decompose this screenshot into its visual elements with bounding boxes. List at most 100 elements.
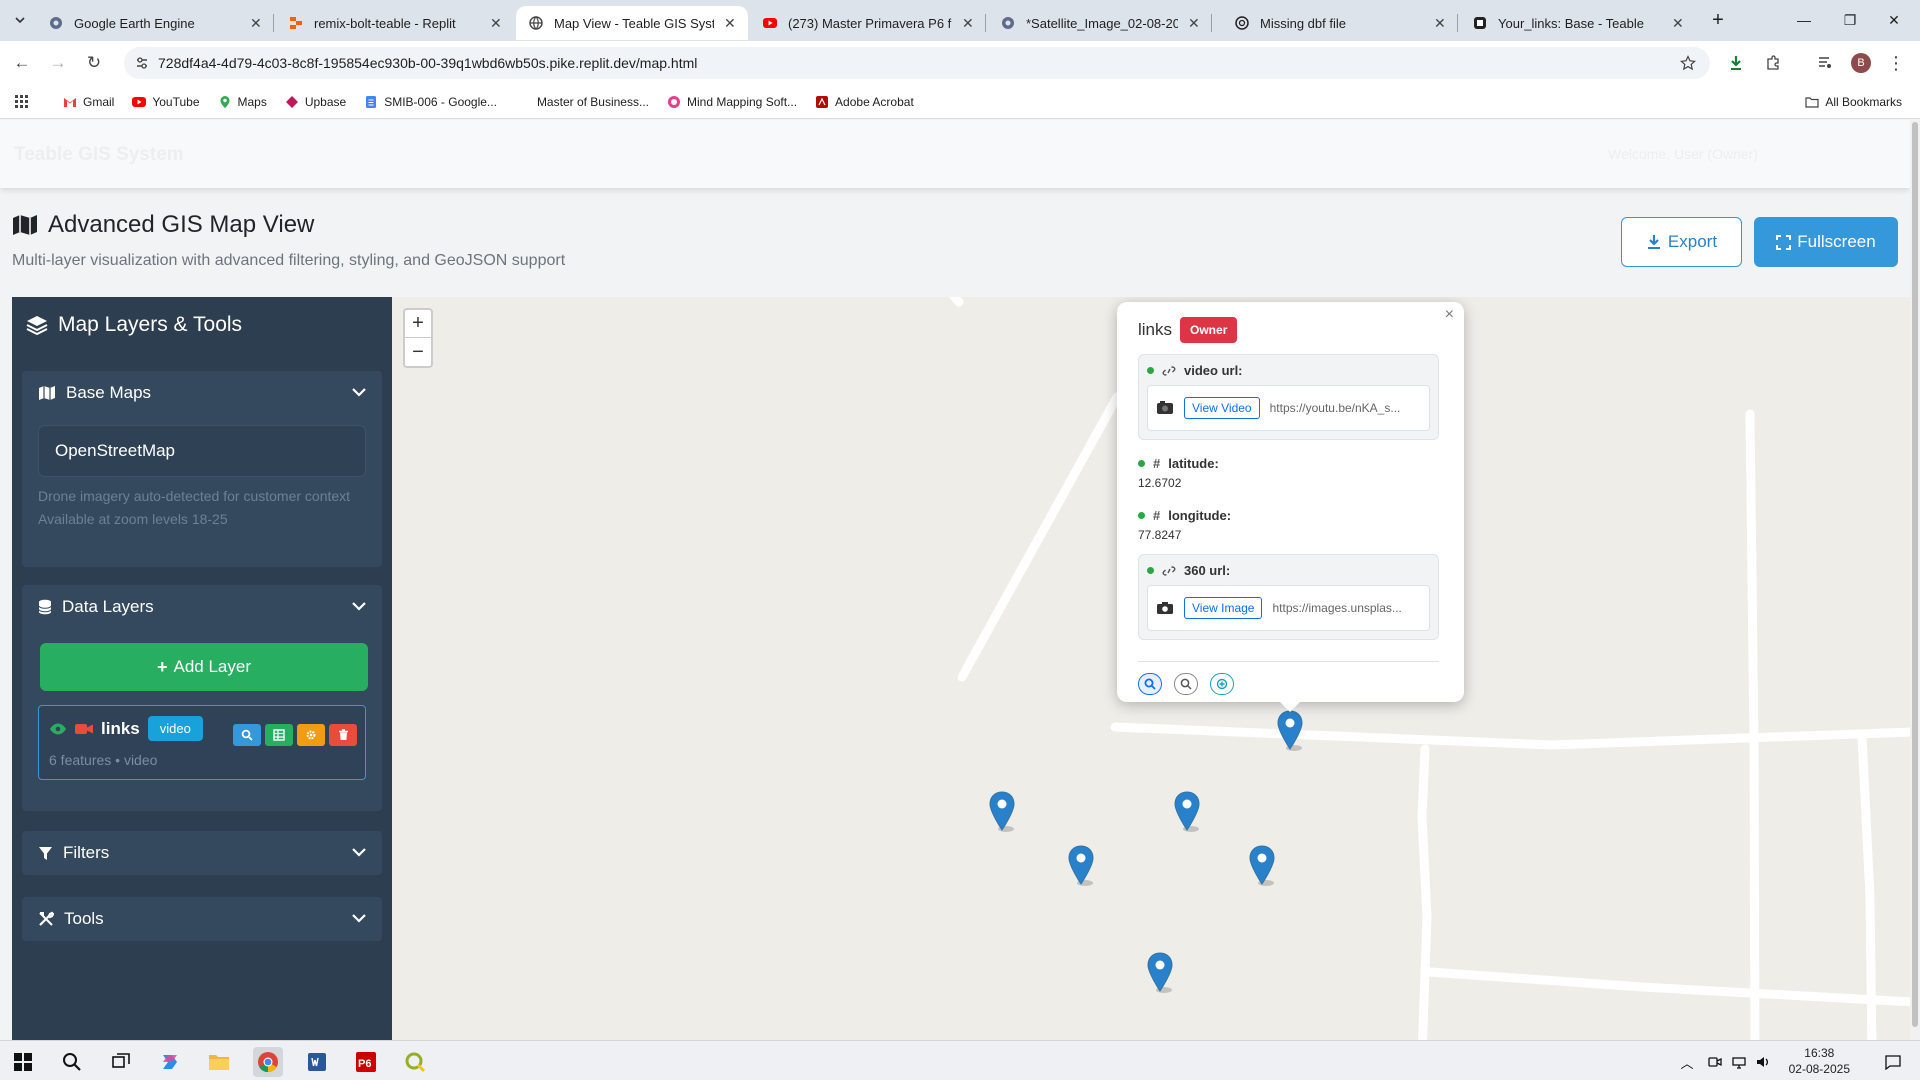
tab-map-view[interactable]: Map View - Teable GIS System ✕ bbox=[516, 6, 748, 40]
earth-engine-icon bbox=[50, 17, 62, 29]
tab-google-earth-engine[interactable]: Google Earth Engine ✕ bbox=[36, 6, 274, 40]
address-bar[interactable]: 728df4a4-4d79-4c03-8c8f-195854ec930b-00-… bbox=[124, 47, 1710, 79]
file-explorer-icon[interactable] bbox=[204, 1047, 234, 1077]
new-tab-button[interactable]: + bbox=[1698, 8, 1738, 32]
bookmark-mind-mapping[interactable]: Mind Mapping Soft... bbox=[667, 95, 797, 109]
chevron-down-icon[interactable] bbox=[350, 843, 368, 861]
expand-icon bbox=[1776, 234, 1792, 250]
task-view-icon[interactable] bbox=[106, 1047, 136, 1077]
back-button[interactable]: ← bbox=[10, 51, 34, 75]
map-marker[interactable] bbox=[988, 791, 1016, 833]
add-feature-button[interactable] bbox=[1210, 673, 1234, 695]
profile-avatar[interactable]: B bbox=[1849, 51, 1873, 75]
map-marker[interactable] bbox=[1173, 791, 1201, 833]
map-marker-selected[interactable] bbox=[1276, 710, 1304, 752]
tab-replit[interactable]: remix-bolt-teable - Replit ✕ bbox=[276, 6, 514, 40]
chrome-icon[interactable] bbox=[253, 1047, 283, 1077]
map-marker[interactable] bbox=[1146, 952, 1174, 994]
tab-satellite-image[interactable]: *Satellite_Image_02-08-2025 - E ✕ bbox=[988, 6, 1212, 40]
add-layer-button[interactable]: + Add Layer bbox=[40, 643, 368, 691]
qgis-icon[interactable] bbox=[400, 1047, 430, 1077]
forward-button[interactable]: → bbox=[46, 51, 70, 75]
scrollbar-thumb[interactable] bbox=[1912, 122, 1918, 1027]
page-scrollbar[interactable] bbox=[1910, 120, 1920, 1040]
tab-missing-dbf[interactable]: Missing dbf file ✕ bbox=[1222, 6, 1458, 40]
tab-teable[interactable]: Your_links: Base - Teable ✕ bbox=[1460, 6, 1696, 40]
close-tab-icon[interactable]: ✕ bbox=[250, 15, 262, 32]
zoom-out-button[interactable]: − bbox=[405, 338, 431, 366]
zoom-to-feature-button[interactable] bbox=[1138, 673, 1162, 695]
site-info-icon[interactable] bbox=[135, 56, 149, 70]
attribute-table-button[interactable] bbox=[265, 724, 293, 746]
copilot-icon[interactable] bbox=[155, 1047, 185, 1077]
bookmark-adobe-acrobat[interactable]: Adobe Acrobat bbox=[815, 95, 914, 109]
search-feature-button[interactable] bbox=[1174, 673, 1198, 695]
windows-start-icon[interactable] bbox=[8, 1047, 38, 1077]
close-tab-icon[interactable]: ✕ bbox=[1188, 15, 1200, 32]
show-hidden-icons[interactable]: ︿ bbox=[1672, 1047, 1702, 1077]
video-url-text[interactable]: https://youtu.be/nKA_s... bbox=[1270, 401, 1405, 415]
primavera-p6-icon[interactable]: P6 bbox=[351, 1047, 381, 1077]
chevron-down-icon[interactable] bbox=[350, 909, 368, 927]
notifications-icon[interactable] bbox=[1878, 1047, 1908, 1077]
delete-layer-button[interactable] bbox=[329, 724, 357, 746]
all-bookmarks[interactable]: All Bookmarks bbox=[1805, 95, 1902, 109]
download-icon[interactable] bbox=[1724, 51, 1748, 75]
chevron-down-icon[interactable] bbox=[350, 597, 368, 615]
bookmark-smib[interactable]: SMIB-006 - Google... bbox=[364, 95, 497, 109]
close-tab-icon[interactable]: ✕ bbox=[1434, 15, 1446, 32]
export-button[interactable]: Export bbox=[1621, 217, 1742, 267]
link-icon bbox=[1162, 365, 1176, 376]
close-tab-icon[interactable]: ✕ bbox=[490, 15, 502, 32]
app-brand[interactable]: Teable GIS System bbox=[14, 144, 184, 166]
tab-search-icon[interactable] bbox=[8, 8, 32, 32]
media-control-icon[interactable] bbox=[1813, 51, 1837, 75]
bookmark-star-icon[interactable] bbox=[1680, 55, 1696, 71]
base-map-select[interactable]: OpenStreetMap bbox=[38, 425, 366, 477]
bookmark-youtube[interactable]: YouTube bbox=[132, 95, 200, 109]
tab-youtube[interactable]: (273) Master Primavera P6 from ✕ bbox=[750, 6, 986, 40]
popup-close-button[interactable]: × bbox=[1445, 306, 1454, 324]
browser-menu-icon[interactable]: ⋮ bbox=[1884, 51, 1908, 75]
reload-button[interactable]: ↻ bbox=[82, 51, 106, 75]
close-window-button[interactable]: ✕ bbox=[1874, 8, 1914, 32]
map-marker[interactable] bbox=[1248, 845, 1276, 887]
map-marker[interactable] bbox=[1067, 845, 1095, 887]
layer-settings-button[interactable] bbox=[297, 724, 325, 746]
search-icon[interactable] bbox=[57, 1047, 87, 1077]
data-layers-header[interactable]: Data Layers bbox=[22, 585, 382, 629]
image-url-text[interactable]: https://images.unsplas... bbox=[1272, 601, 1407, 615]
tools-section: Tools bbox=[22, 897, 382, 941]
zoom-in-button[interactable]: + bbox=[405, 310, 431, 338]
search-icon bbox=[241, 729, 253, 741]
map-canvas[interactable]: + − × links Owner video url: View Video … bbox=[392, 297, 1910, 1040]
apps-grid-icon[interactable] bbox=[15, 94, 39, 109]
base-map-hint: Drone imagery auto-detected for customer… bbox=[38, 485, 366, 531]
close-tab-icon[interactable]: ✕ bbox=[962, 15, 974, 32]
filters-header[interactable]: Filters bbox=[22, 831, 382, 875]
extensions-icon[interactable] bbox=[1761, 51, 1785, 75]
bookmark-upbase[interactable]: Upbase bbox=[285, 95, 346, 109]
close-tab-icon[interactable]: ✕ bbox=[724, 15, 736, 32]
word-icon[interactable] bbox=[302, 1047, 332, 1077]
system-clock[interactable]: 16:38 02-08-2025 bbox=[1789, 1045, 1850, 1077]
volume-icon[interactable] bbox=[1748, 1047, 1778, 1077]
fullscreen-button[interactable]: Fullscreen bbox=[1754, 217, 1898, 267]
bookmark-label: Mind Mapping Soft... bbox=[686, 94, 798, 109]
chevron-down-icon[interactable] bbox=[350, 383, 368, 401]
view-image-button[interactable]: View Image bbox=[1184, 597, 1263, 619]
base-maps-header[interactable]: Base Maps bbox=[22, 371, 382, 415]
close-tab-icon[interactable]: ✕ bbox=[1672, 15, 1684, 32]
restore-button[interactable]: ❐ bbox=[1830, 8, 1870, 32]
bookmark-maps[interactable]: Maps bbox=[218, 95, 267, 109]
bookmark-master-business[interactable]: Master of Business... bbox=[537, 95, 649, 109]
view-video-button[interactable]: View Video bbox=[1184, 397, 1260, 419]
search-plus-icon bbox=[1144, 678, 1156, 690]
zoom-to-layer-button[interactable] bbox=[233, 724, 261, 746]
visibility-eye-icon[interactable] bbox=[49, 722, 67, 736]
add-layer-label: Add Layer bbox=[173, 657, 252, 676]
tools-header[interactable]: Tools bbox=[22, 897, 382, 941]
layer-item-links[interactable]: links video 6 features • video bbox=[38, 705, 366, 780]
bookmark-gmail[interactable]: Gmail bbox=[63, 95, 114, 109]
minimize-button[interactable]: — bbox=[1784, 8, 1824, 32]
